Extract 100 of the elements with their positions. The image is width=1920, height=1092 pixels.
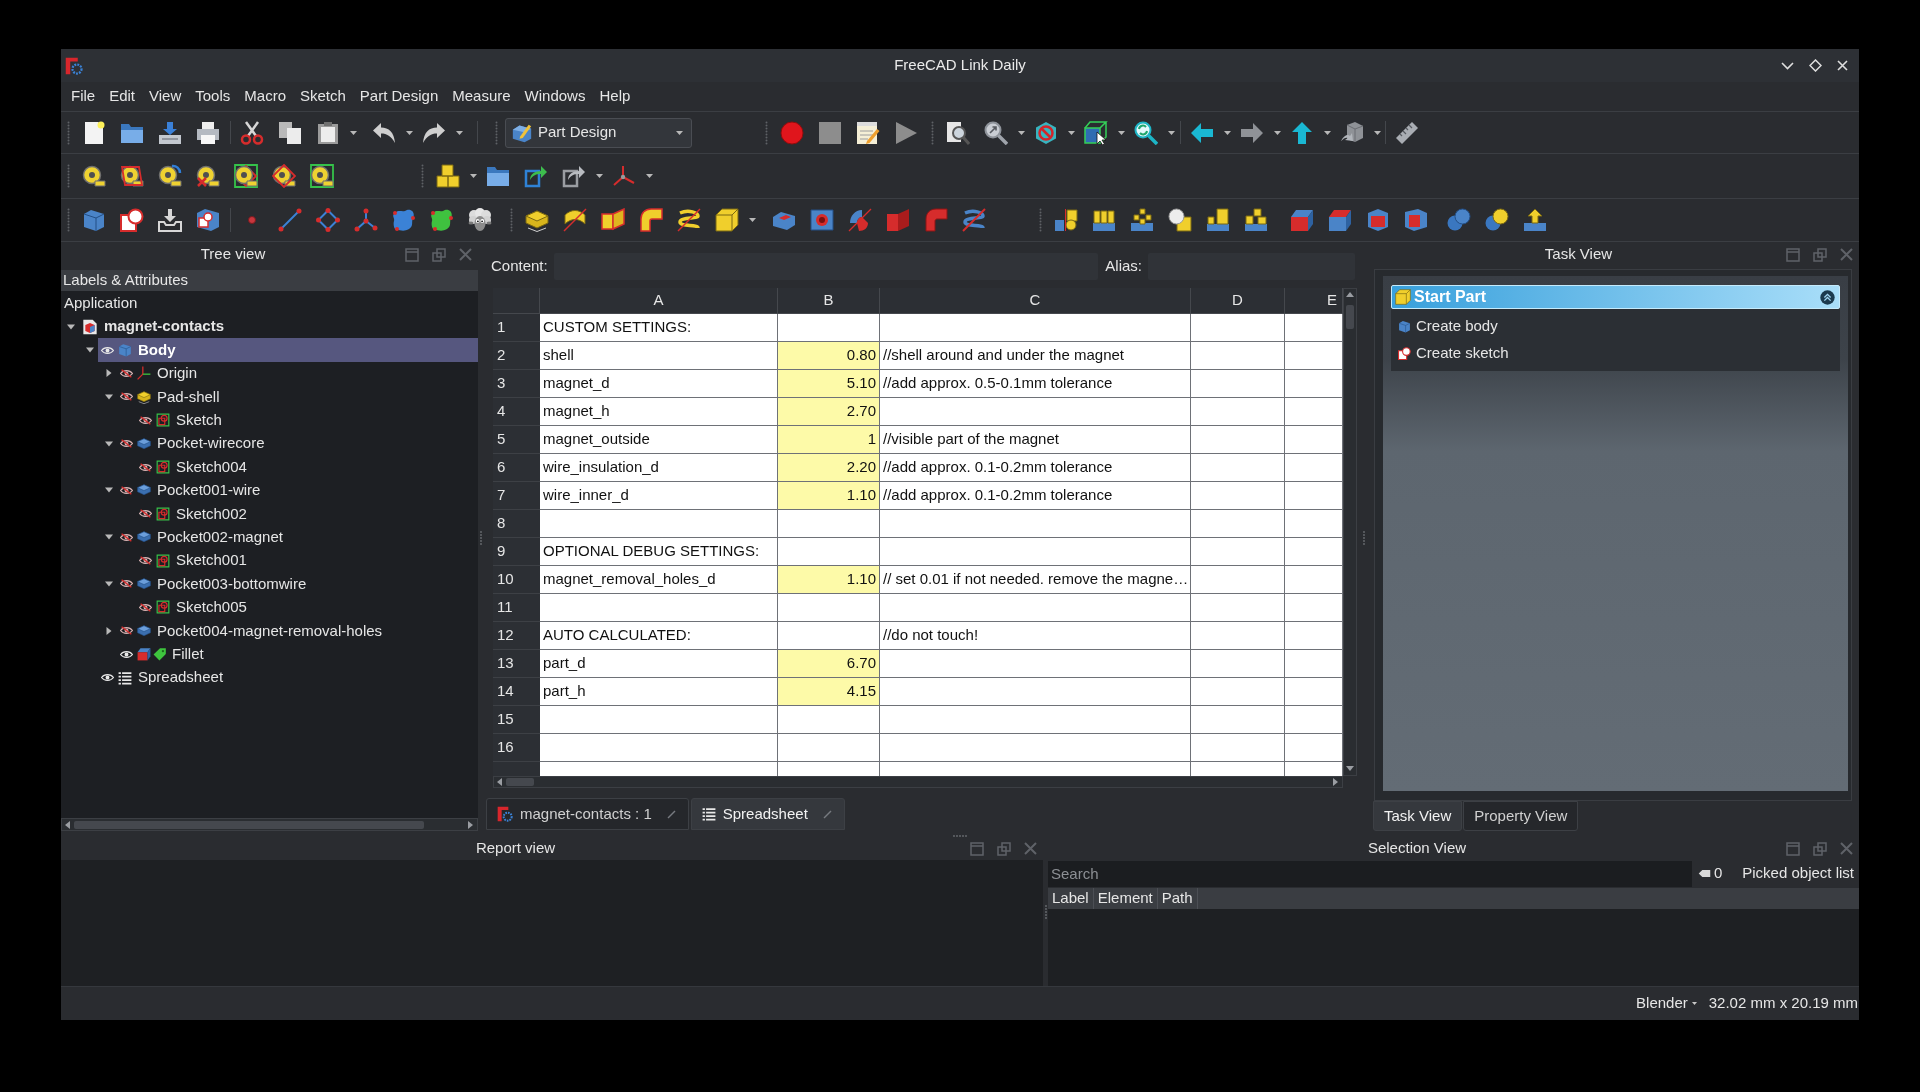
copy-icon[interactable] [278,120,302,145]
table-cell[interactable] [1191,510,1285,538]
cube-icon[interactable] [196,208,220,232]
grip-icon[interactable] [764,120,768,145]
table-cell[interactable] [540,762,778,776]
table-cell[interactable] [880,398,1191,426]
grip-icon[interactable] [494,120,498,145]
expanded-arrow-icon[interactable] [105,439,113,448]
expanded-arrow-icon[interactable] [105,533,113,542]
table-cell[interactable] [1191,314,1285,342]
tape-measure-icon[interactable] [120,164,144,188]
tree-root-label[interactable]: Application [61,291,138,315]
tree-item[interactable]: magnet-contacts [79,315,231,339]
grip-icon[interactable] [66,208,70,232]
table-cell[interactable]: part_h [540,678,778,706]
task-link[interactable]: Create sketch [1398,342,1509,365]
table-cell[interactable] [1191,678,1285,706]
grip-icon[interactable] [420,164,424,188]
caret-icon[interactable] [1223,130,1231,135]
crossed-eye-icon[interactable] [120,485,133,495]
crossed-eye-icon[interactable] [120,626,133,636]
crossed-eye-icon[interactable] [139,462,152,472]
clear-count-button[interactable]: 0 [1698,862,1723,885]
scrollbar-thumb[interactable] [74,820,424,829]
table-cell[interactable]: wire_insulation_d [540,454,778,482]
curved-solid-icon[interactable] [563,208,587,232]
notepad-icon[interactable] [856,120,880,145]
splitter-handle-icon[interactable] [480,530,482,545]
tree-item[interactable]: Pocket003-bottomwire [117,572,313,596]
sheep-icon[interactable] [468,208,492,232]
double-chevron-icon[interactable] [1820,289,1835,305]
search-field[interactable]: Search [1048,860,1692,887]
collapsed-arrow-icon[interactable] [105,369,113,378]
editor-tab[interactable]: Spreadsheet [690,798,845,830]
table-cell[interactable]: magnet_d [540,370,778,398]
block-icon[interactable] [1328,208,1352,232]
table-cell[interactable] [1285,650,1343,678]
axes-icon[interactable] [612,164,636,188]
right-arrow-icon[interactable] [468,820,473,829]
cube-icon[interactable] [715,208,739,232]
caret-icon[interactable] [1323,130,1331,135]
table-cell[interactable]: //add approx. 0.1-0.2mm tolerance [880,454,1191,482]
table-cell[interactable]: //do not touch! [880,622,1191,650]
horizontal-scrollbar[interactable] [493,776,1343,788]
table-cell[interactable] [540,734,778,762]
table-cell[interactable]: 1 [778,426,880,454]
table-cell[interactable] [1285,706,1343,734]
table-cell[interactable] [880,706,1191,734]
table-cell[interactable] [1191,762,1285,776]
slash-icon[interactable] [822,809,832,819]
redo-icon[interactable] [422,120,446,145]
panel-tab[interactable]: Task View [1373,801,1463,831]
horizontal-scrollbar[interactable] [61,818,478,831]
hexagon-icon[interactable] [1034,120,1058,145]
table-cell[interactable]: //visible part of the magnet [880,426,1191,454]
table-cell[interactable]: //add approx. 0.1-0.2mm tolerance [880,482,1191,510]
upload-arrow-icon[interactable] [1523,208,1547,232]
table-cell[interactable] [880,734,1191,762]
table-cell[interactable] [1285,454,1343,482]
scrollbar-thumb[interactable] [506,778,534,786]
caret-icon[interactable] [455,130,463,135]
tape-measure-icon[interactable] [310,164,334,188]
menu-item[interactable]: Windows [517,85,593,108]
caret-icon[interactable] [595,174,603,178]
caret-icon[interactable] [1373,130,1381,135]
tree-item[interactable]: Pad-shell [117,385,226,409]
magnifier-icon[interactable] [984,120,1008,145]
left-arrow-icon[interactable] [497,778,502,786]
blob-icon[interactable] [430,208,454,232]
table-cell[interactable] [1191,342,1285,370]
splitter-handle-icon[interactable] [953,834,967,837]
collapsed-arrow-icon[interactable] [105,626,113,635]
table-cell[interactable] [778,594,880,622]
right-arrow-icon[interactable] [1333,778,1338,786]
table-cell[interactable]: part_d [540,650,778,678]
download-tray-icon[interactable] [158,120,182,145]
expanded-arrow-icon[interactable] [67,322,75,331]
record-icon[interactable] [780,120,804,145]
vertical-scrollbar[interactable] [1343,288,1357,776]
caret-icon[interactable] [748,218,756,222]
table-cell[interactable]: AUTO CALCULATED: [540,622,778,650]
block-icon[interactable] [82,208,106,232]
table-cell[interactable]: 0.80 [778,342,880,370]
point-icon[interactable] [248,216,256,224]
tree-item[interactable]: Origin [117,361,203,386]
splitter-handle-icon[interactable] [1363,530,1365,545]
table-cell[interactable] [778,622,880,650]
tree-item[interactable]: Sketch005 [136,595,253,620]
table-cell[interactable]: wire_inner_d [540,482,778,510]
table-cell[interactable] [1191,734,1285,762]
tree-item[interactable]: Sketch [136,408,228,432]
tree-item[interactable]: Pocket002-magnet [117,525,289,549]
table-cell[interactable]: 6.70 [778,650,880,678]
scrollbar-thumb[interactable] [1346,305,1354,329]
share-arrow-icon[interactable] [524,164,548,188]
table-cell[interactable] [778,510,880,538]
clipboard-icon[interactable] [316,120,340,145]
groove-icon[interactable] [848,208,872,232]
tree-item[interactable]: Pocket-wirecore [117,431,271,456]
expanded-arrow-icon[interactable] [86,346,94,355]
